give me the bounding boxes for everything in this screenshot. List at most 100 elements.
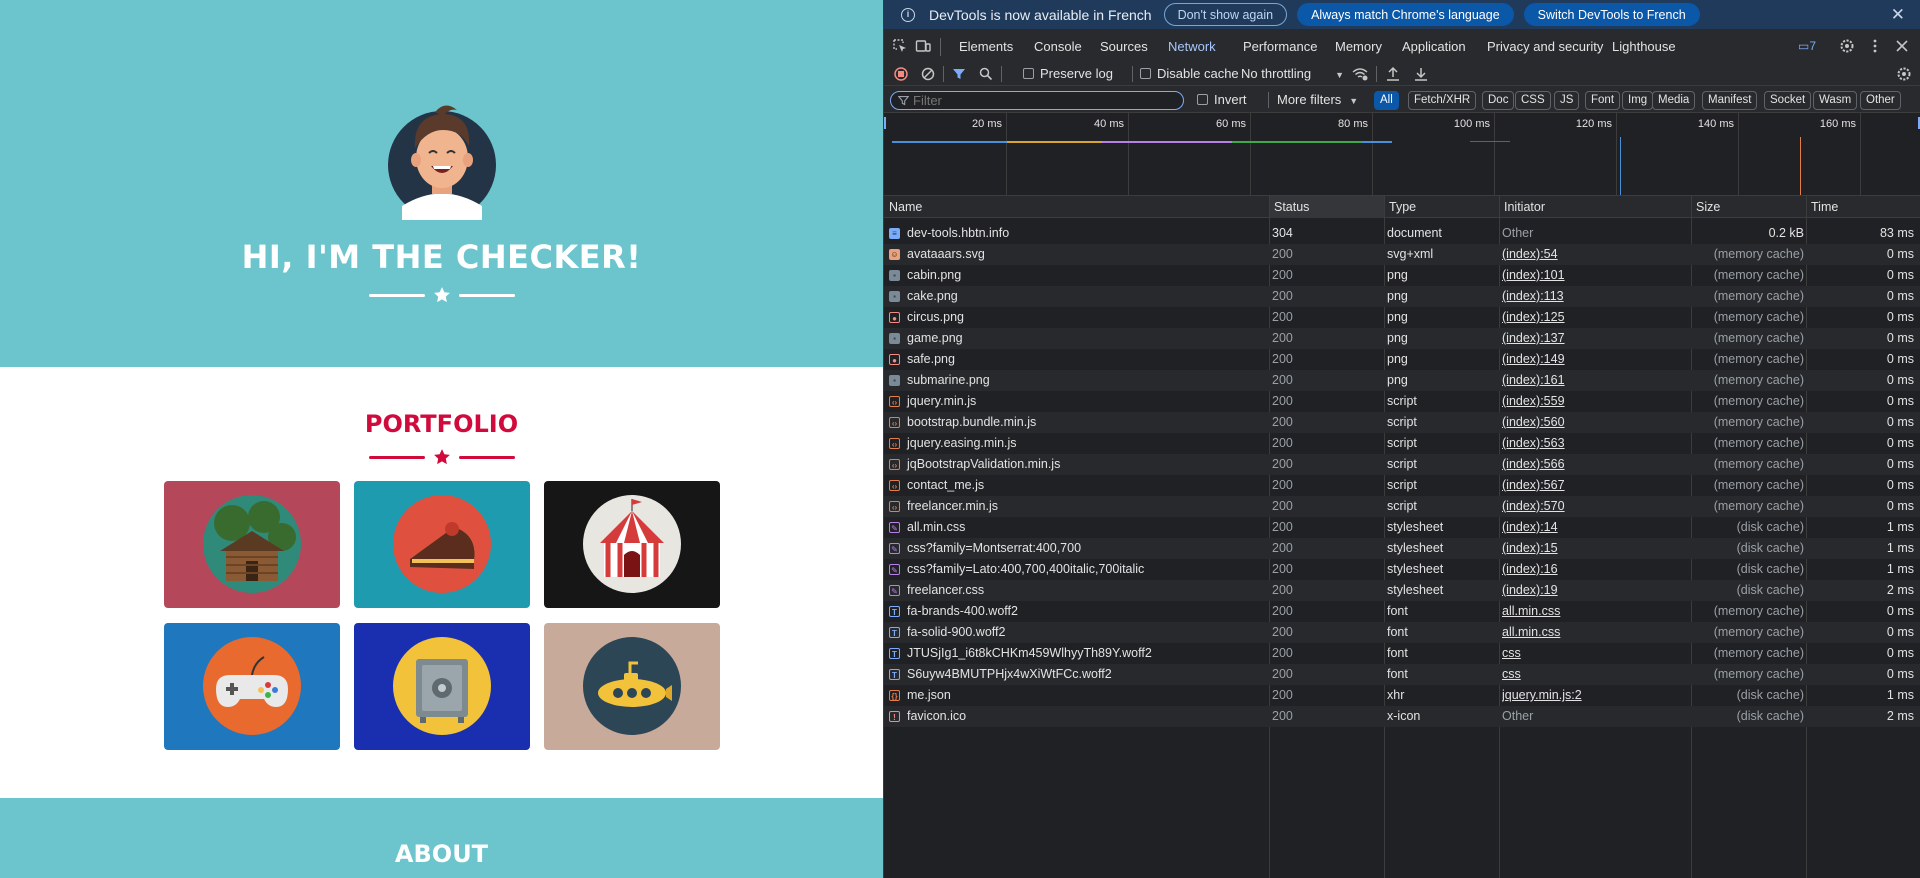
- request-name-cell[interactable]: ▪ cabin.png: [889, 265, 1269, 286]
- request-row[interactable]: ‹› freelancer.min.js 200 script (index):570 (…: [884, 496, 1920, 517]
- request-initiator[interactable]: all.min.css: [1502, 601, 1687, 622]
- request-initiator[interactable]: (index):137: [1502, 328, 1687, 349]
- network-conditions-icon[interactable]: [1352, 67, 1368, 81]
- request-row[interactable]: ‹› jquery.easing.min.js 200 script (index):5…: [884, 433, 1920, 454]
- request-name-cell[interactable]: ! favicon.ico: [889, 706, 1269, 727]
- request-row[interactable]: ‹› bootstrap.bundle.min.js 200 script (index…: [884, 412, 1920, 433]
- throttling-select[interactable]: No throttling ▼: [1241, 66, 1344, 81]
- request-name-cell[interactable]: ‹› jqBootstrapValidation.min.js: [889, 454, 1269, 475]
- request-initiator[interactable]: (index):19: [1502, 580, 1687, 601]
- request-initiator[interactable]: (index):113: [1502, 286, 1687, 307]
- request-name-cell[interactable]: T S6uyw4BMUTPHjx4wXiWtFCc.woff2: [889, 664, 1269, 685]
- close-devtools-icon[interactable]: [1894, 38, 1910, 54]
- tab-console[interactable]: Console: [1034, 29, 1082, 64]
- request-row[interactable]: ‹› jqBootstrapValidation.min.js 200 script (…: [884, 454, 1920, 475]
- filter-chip-css[interactable]: CSS: [1515, 91, 1551, 110]
- portfolio-item-game[interactable]: [164, 623, 340, 750]
- request-row[interactable]: ✎ css?family=Montserrat:400,700 200 stylesh…: [884, 538, 1920, 559]
- request-initiator[interactable]: css: [1502, 643, 1687, 664]
- request-row[interactable]: {} me.json 200 xhr jquery.min.js:2 (disk cach…: [884, 685, 1920, 706]
- request-name-cell[interactable]: ‹› jquery.min.js: [889, 391, 1269, 412]
- request-initiator[interactable]: (index):149: [1502, 349, 1687, 370]
- column-header-time[interactable]: Time: [1806, 196, 1920, 218]
- request-initiator[interactable]: jquery.min.js:2: [1502, 685, 1687, 706]
- invert-checkbox[interactable]: Invert: [1197, 92, 1247, 107]
- request-initiator[interactable]: (index):560: [1502, 412, 1687, 433]
- request-name-cell[interactable]: ✎ freelancer.css: [889, 580, 1269, 601]
- filter-chip-wasm[interactable]: Wasm: [1813, 91, 1858, 110]
- portfolio-item-safe[interactable]: [354, 623, 530, 750]
- switch-language-button[interactable]: Switch DevTools to French: [1523, 3, 1700, 26]
- request-row[interactable]: ! favicon.ico 200 x-icon Other (disk cache) 2 …: [884, 706, 1920, 727]
- request-name-cell[interactable]: ☺ avataaars.svg: [889, 244, 1269, 265]
- request-row[interactable]: ▪ cake.png 200 png (index):113 (memory cache)…: [884, 286, 1920, 307]
- filter-chip-doc[interactable]: Doc: [1482, 91, 1515, 110]
- filter-icon[interactable]: [952, 67, 966, 81]
- request-name-cell[interactable]: {} me.json: [889, 685, 1269, 706]
- tab-elements[interactable]: Elements: [959, 29, 1013, 64]
- import-har-icon[interactable]: [1386, 66, 1400, 82]
- portfolio-item-submarine[interactable]: [544, 623, 720, 750]
- request-row[interactable]: ▪ cabin.png 200 png (index):101 (memory cache…: [884, 265, 1920, 286]
- request-row[interactable]: Tfa-brands-400.woff2 200 font all.min.css (m…: [884, 601, 1920, 622]
- request-row[interactable]: ☺ avataaars.svg 200 svg+xml (index):54 (memor…: [884, 244, 1920, 265]
- request-name-cell[interactable]: Tfa-brands-400.woff2: [889, 601, 1269, 622]
- request-name-cell[interactable]: ✎ css?family=Montserrat:400,700: [889, 538, 1269, 559]
- request-initiator[interactable]: (index):101: [1502, 265, 1687, 286]
- request-row[interactable]: T JTUSjIg1_i6t8kCHKm459WlhyyTh89Y.woff2 20…: [884, 643, 1920, 664]
- request-name-cell[interactable]: ‹› bootstrap.bundle.min.js: [889, 412, 1269, 433]
- filter-chip-other[interactable]: Other: [1860, 91, 1901, 110]
- tab-application[interactable]: Application: [1402, 29, 1466, 64]
- request-row[interactable]: ▪ submarine.png 200 png (index):161 (memory c…: [884, 370, 1920, 391]
- filter-chip-img[interactable]: Img: [1622, 91, 1654, 110]
- request-row[interactable]: ✎ all.min.css 200 stylesheet (index):14 (disk…: [884, 517, 1920, 538]
- column-header-size[interactable]: Size: [1691, 196, 1806, 218]
- request-row[interactable]: ‹› contact_me.js 200 script (index):567 (memo…: [884, 475, 1920, 496]
- column-header-type[interactable]: Type: [1384, 196, 1499, 218]
- tab-network[interactable]: Network: [1168, 29, 1216, 64]
- dont-show-again-button[interactable]: Don't show again: [1163, 3, 1288, 26]
- tab-privacy-and-security[interactable]: Privacy and security: [1487, 29, 1603, 64]
- request-initiator[interactable]: (index):559: [1502, 391, 1687, 412]
- request-row[interactable]: ● circus.png 200 png (index):125 (memory cach…: [884, 307, 1920, 328]
- portfolio-item-cake[interactable]: [354, 481, 530, 608]
- request-initiator[interactable]: (index):14: [1502, 517, 1687, 538]
- filter-chip-fetch-xhr[interactable]: Fetch/XHR: [1408, 91, 1477, 110]
- filter-chip-all[interactable]: All: [1374, 91, 1399, 110]
- request-row[interactable]: ✎ freelancer.css 200 stylesheet (index):19 (d…: [884, 580, 1920, 601]
- portfolio-item-cabin[interactable]: [164, 481, 340, 608]
- disable-cache-checkbox[interactable]: Disable cache: [1140, 66, 1239, 81]
- portfolio-item-circus[interactable]: [544, 481, 720, 608]
- request-name-cell[interactable]: T JTUSjIg1_i6t8kCHKm459WlhyyTh89Y.woff2: [889, 643, 1269, 664]
- request-initiator[interactable]: (index):570: [1502, 496, 1687, 517]
- request-name-cell[interactable]: ● circus.png: [889, 307, 1269, 328]
- request-name-cell[interactable]: ‹› jquery.easing.min.js: [889, 433, 1269, 454]
- more-filters-dropdown[interactable]: More filters ▼: [1277, 92, 1358, 107]
- request-initiator[interactable]: (index):16: [1502, 559, 1687, 580]
- request-row[interactable]: ≡ dev-tools.hbtn.info 304 document Other 0.2 …: [884, 223, 1920, 244]
- request-name-cell[interactable]: ≡ dev-tools.hbtn.info: [889, 223, 1269, 244]
- request-initiator[interactable]: (index):54: [1502, 244, 1687, 265]
- issues-badge[interactable]: ▭7: [1798, 39, 1816, 53]
- filter-chip-socket[interactable]: Socket: [1764, 91, 1812, 110]
- filter-chip-font[interactable]: Font: [1585, 91, 1621, 110]
- record-icon[interactable]: [894, 67, 908, 81]
- request-initiator[interactable]: (index):567: [1502, 475, 1687, 496]
- close-icon[interactable]: ✕: [1891, 5, 1905, 25]
- request-name-cell[interactable]: ‹› contact_me.js: [889, 475, 1269, 496]
- column-header-status[interactable]: Status: [1269, 196, 1384, 218]
- request-row[interactable]: ▪ game.png 200 png (index):137 (memory cache)…: [884, 328, 1920, 349]
- request-row[interactable]: Tfa-solid-900.woff2 200 font all.min.css (me…: [884, 622, 1920, 643]
- inspect-element-icon[interactable]: [892, 38, 908, 54]
- request-name-cell[interactable]: ▪ submarine.png: [889, 370, 1269, 391]
- preserve-log-checkbox[interactable]: Preserve log: [1023, 66, 1113, 81]
- request-initiator[interactable]: all.min.css: [1502, 622, 1687, 643]
- device-toolbar-icon[interactable]: [915, 38, 931, 54]
- filter-chip-js[interactable]: JS: [1554, 91, 1580, 110]
- gear-icon[interactable]: [1839, 38, 1855, 54]
- column-header-initiator[interactable]: Initiator: [1499, 196, 1691, 218]
- clear-icon[interactable]: [921, 67, 935, 81]
- filter-chip-manifest[interactable]: Manifest: [1702, 91, 1758, 110]
- more-options-icon[interactable]: [1867, 38, 1883, 54]
- request-name-cell[interactable]: ✎ all.min.css: [889, 517, 1269, 538]
